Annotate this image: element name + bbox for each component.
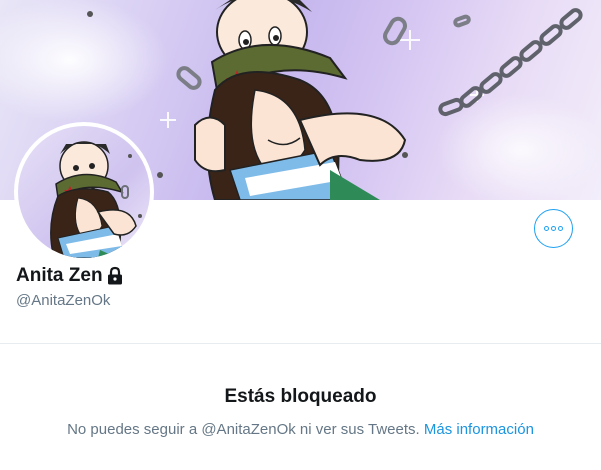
username-handle: @AnitaZenOk	[16, 292, 111, 309]
avatar-image	[18, 126, 150, 258]
more-options-button[interactable]	[534, 209, 573, 248]
more-info-link[interactable]: Más información	[424, 421, 534, 438]
display-name: Anita Zen	[16, 265, 103, 286]
lock-icon	[106, 266, 124, 286]
more-dots-icon	[544, 226, 563, 231]
profile-page: Anita Zen @AnitaZenOk Estás bloqueado No…	[0, 0, 601, 470]
blocked-message: No puedes seguir a @AnitaZenOk ni ver su…	[67, 421, 420, 438]
avatar-illustration	[50, 141, 142, 258]
dot	[544, 226, 549, 231]
display-name-row: Anita Zen	[16, 264, 124, 288]
dot	[558, 226, 563, 231]
divider	[0, 343, 601, 344]
profile-avatar[interactable]	[14, 122, 154, 262]
blocked-title: Estás bloqueado	[224, 386, 377, 407]
blocked-message-row: No puedes seguir a @AnitaZenOk ni ver su…	[0, 420, 601, 440]
dot	[551, 226, 556, 231]
